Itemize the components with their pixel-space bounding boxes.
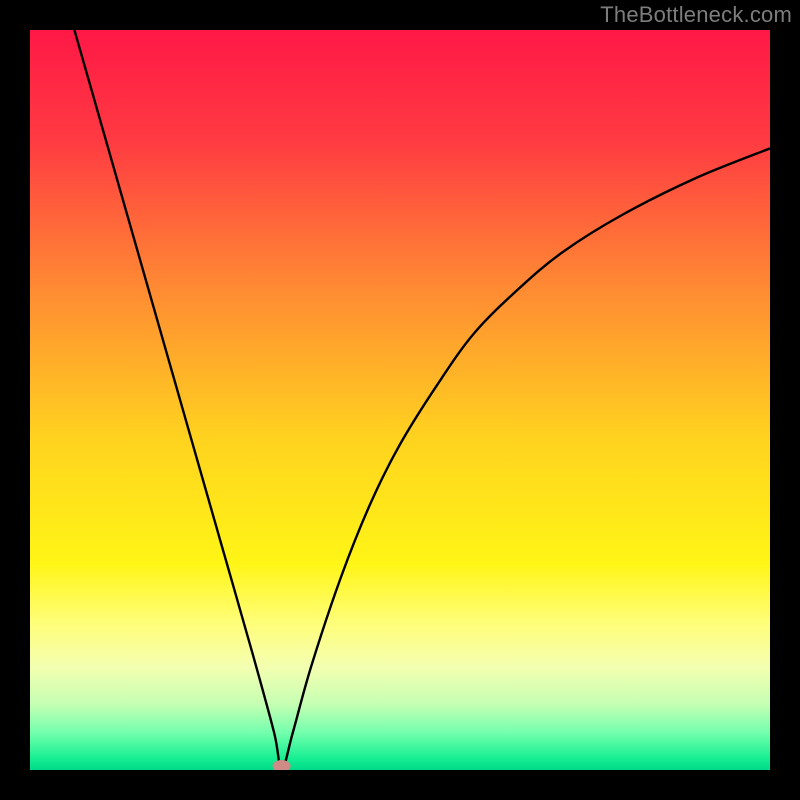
chart-frame: TheBottleneck.com — [0, 0, 800, 800]
plot-background — [30, 30, 770, 770]
attribution-text: TheBottleneck.com — [600, 2, 792, 28]
bottleneck-chart — [30, 30, 770, 770]
